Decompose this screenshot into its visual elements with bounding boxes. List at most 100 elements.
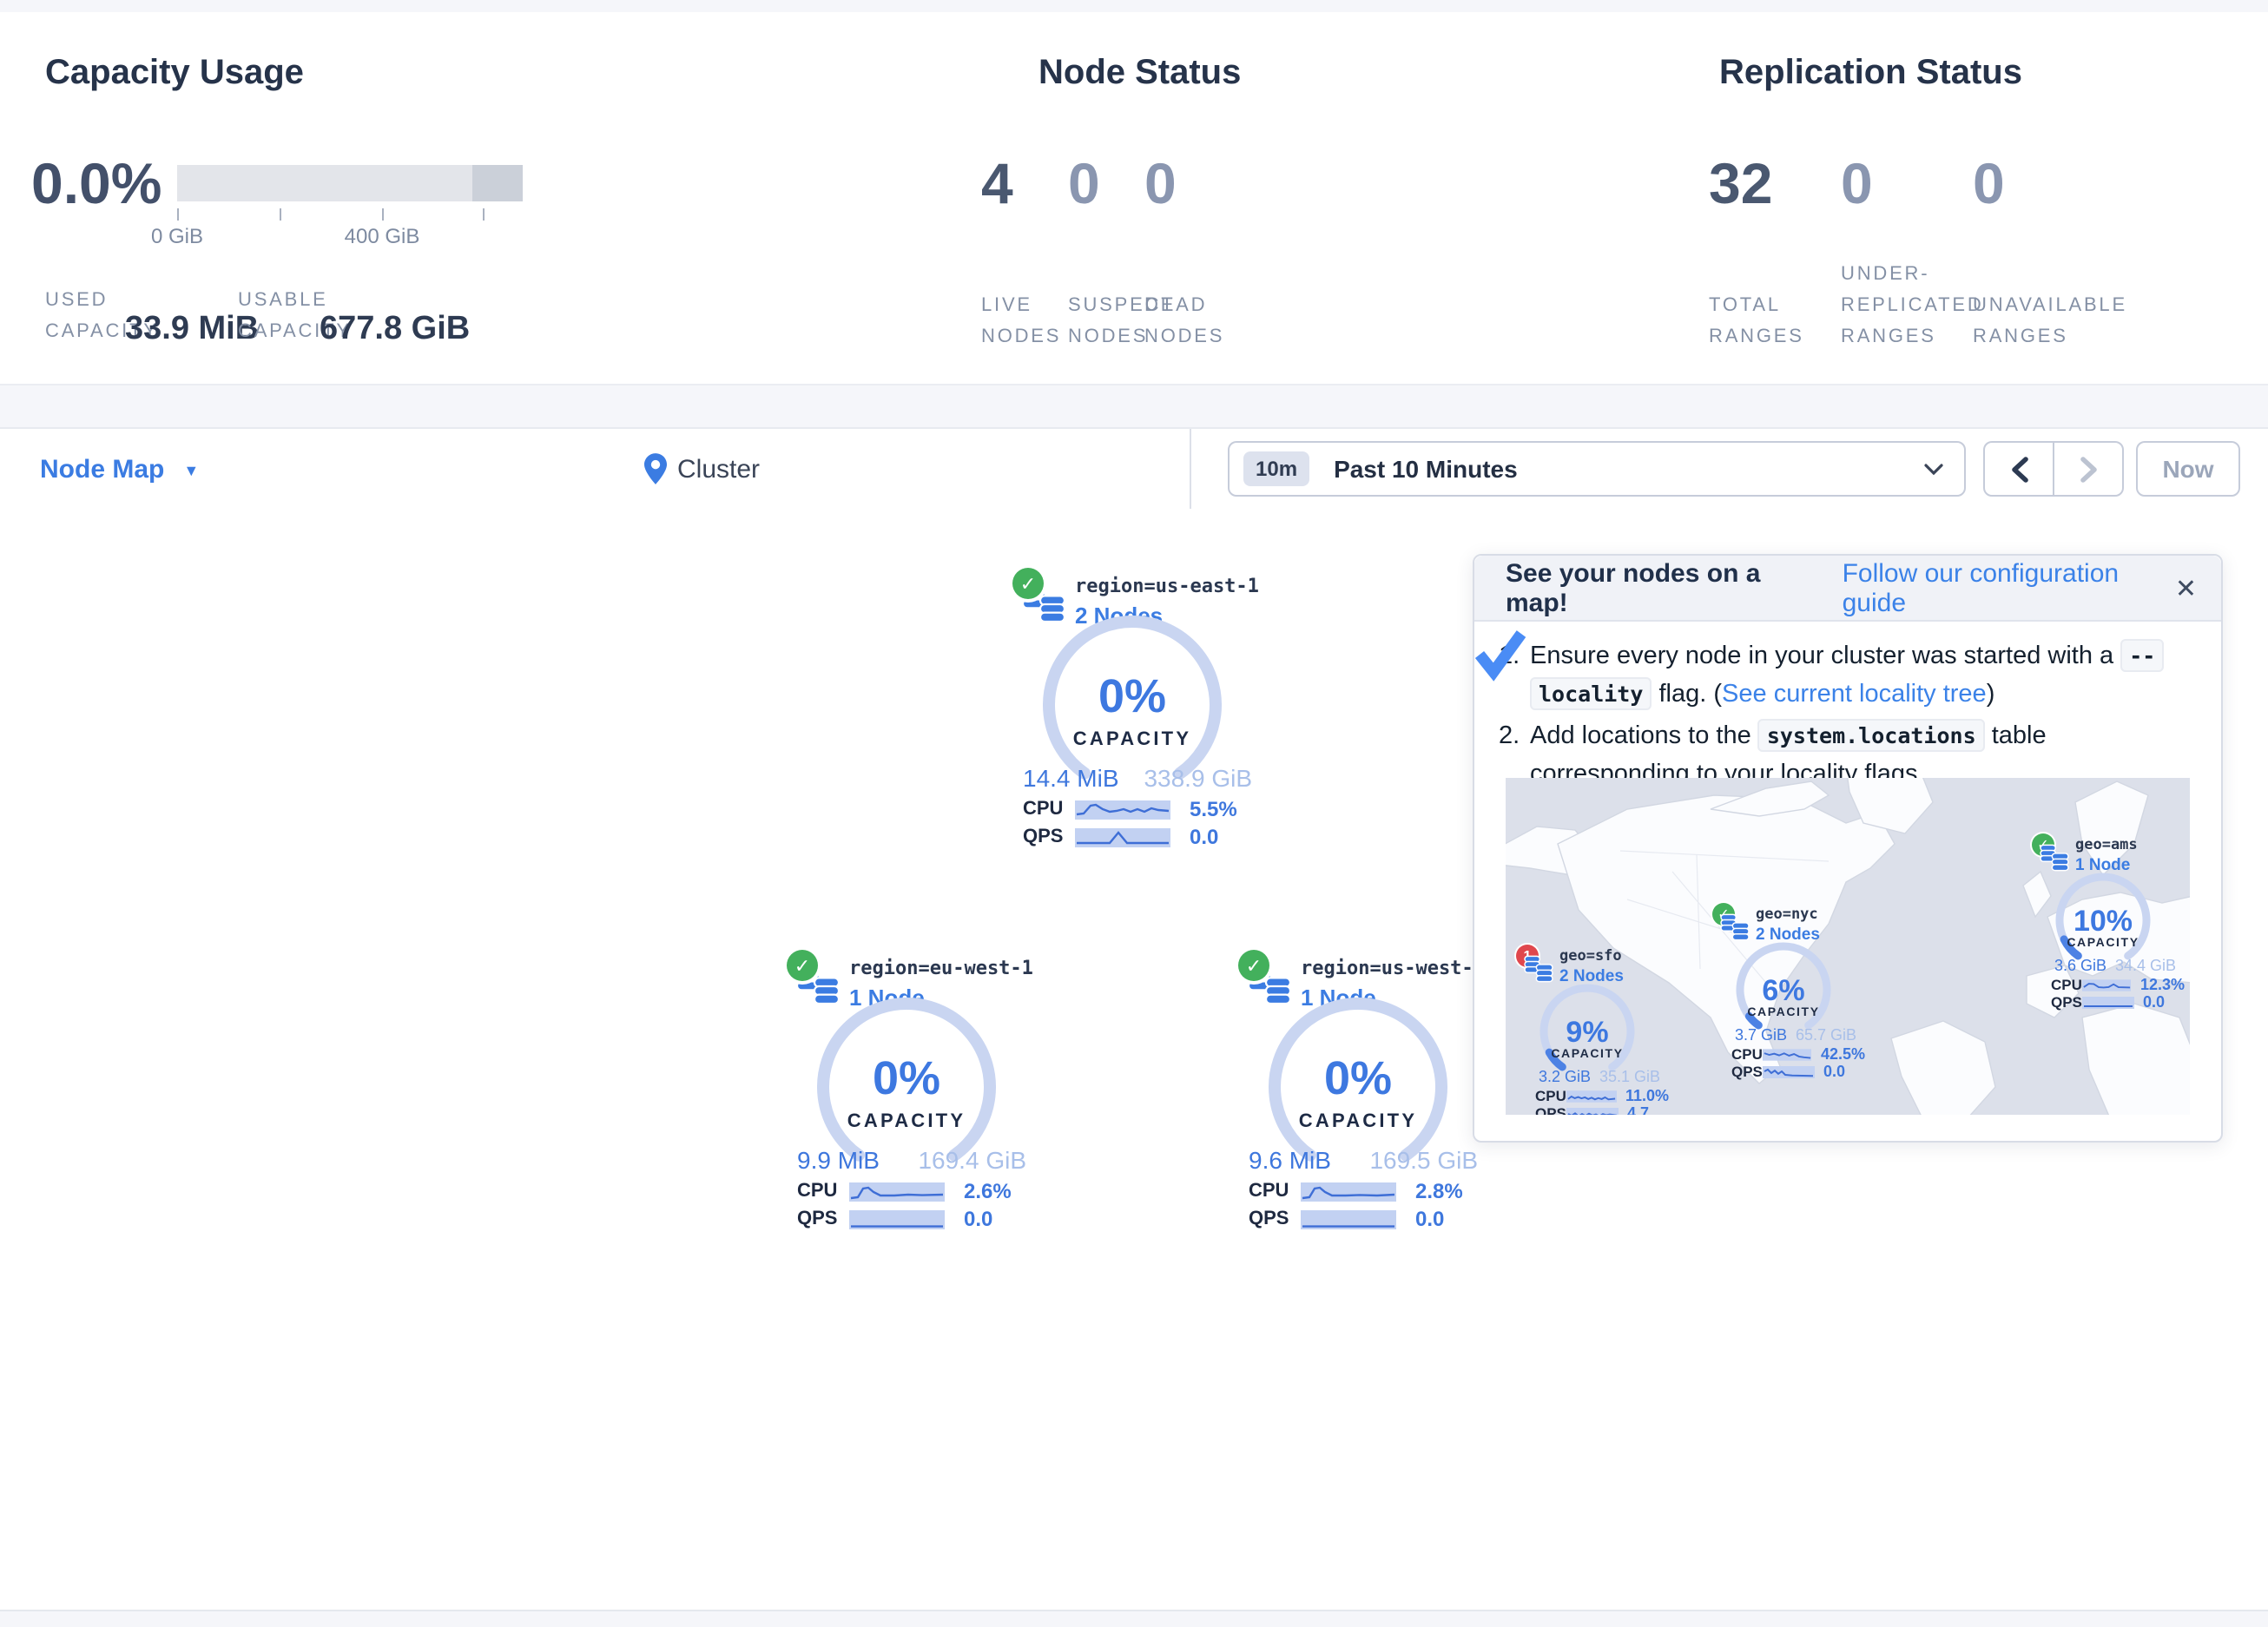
cpu-value: 2.8%: [1415, 1179, 1463, 1203]
cpu-sparkline: [2082, 978, 2132, 991]
axis-tick: [483, 208, 485, 221]
axis-tick-label: 0 GiB: [116, 224, 238, 248]
chevron-left-icon: [2010, 456, 2027, 482]
under-replicated-label: UNDER-REPLICATEDRANGES: [1841, 259, 1984, 352]
capacity-label: CAPACITY: [1688, 1007, 1879, 1019]
time-range-select[interactable]: 10m Past 10 Minutes: [1228, 441, 1966, 497]
map-region-us-west-1[interactable]: ✓ region=us-west-1 1 Node 0% CAPACITY 9.…: [1228, 938, 1488, 1233]
capacity-label: CAPACITY: [1506, 1049, 1683, 1061]
under-replicated-count: 0: [1841, 155, 1984, 214]
locality-flag-code: --: [2120, 639, 2164, 672]
cpu-value: 2.6%: [964, 1179, 1012, 1203]
now-button[interactable]: Now: [2136, 441, 2240, 497]
cluster-overview-page: Capacity Usage 0.0% 0 GiB 400 GiB USEDCA…: [0, 0, 2268, 1625]
qps-sparkline: [1075, 827, 1170, 846]
setup-step-1: 1. Ensure every node in your cluster was…: [1499, 637, 2190, 714]
node-map-canvas: ✓ region=us-east-1 2 Nodes 0% CAPACITY 1…: [0, 509, 2268, 1610]
capacity-percent: 10%: [2008, 905, 2190, 939]
replication-status-title: Replication Status: [1719, 54, 2022, 94]
qps-label: QPS: [2051, 993, 2082, 1011]
capacity-bar-end-segment: [472, 165, 523, 201]
axis-tick: [280, 208, 281, 221]
capacity-percent: 0%: [1002, 670, 1263, 724]
unavailable-label: UNAVAILABLERANGES: [1973, 259, 2127, 352]
used-capacity-label: USEDCAPACITY: [45, 285, 129, 347]
map-region-eu-west-1[interactable]: ✓ region=eu-west-1 1 Node 0% CAPACITY 9.…: [776, 938, 1037, 1233]
total-ranges-stat: 32 TOTALRANGES: [1709, 155, 1804, 352]
cpu-sparkline: [1763, 1048, 1812, 1060]
mini-region-geo-ams: ✓ geo=ams 1 Node 10% CAPACITY 3.6 GiB 34…: [2008, 823, 2190, 1007]
capacity-used-percent: 0.0%: [31, 151, 162, 217]
qps-sparkline: [2082, 996, 2134, 1008]
live-nodes-stat: 4 LIVENODES: [981, 155, 1061, 352]
capacity-bar: [177, 165, 523, 201]
node-map-config-popup: See your nodes on a map! Follow our conf…: [1473, 554, 2223, 1143]
region-locality-label: geo=nyc: [1756, 906, 1818, 924]
qps-value: 4.7: [1627, 1104, 1649, 1115]
cpu-label: CPU: [2051, 976, 2082, 993]
usable-capacity-label: USABLECAPACITY: [238, 285, 321, 347]
time-step-buttons: [1983, 441, 2124, 497]
map-toolbar: Node Map ▼ Cluster 10m Past 10 Minutes: [0, 427, 2268, 510]
healthy-check-icon: ✓: [787, 950, 818, 981]
capacity-label: CAPACITY: [1228, 1111, 1488, 1132]
cpu-sparkline: [1301, 1182, 1396, 1201]
close-icon[interactable]: ✕: [2175, 572, 2197, 603]
map-pin-icon: [644, 453, 667, 484]
cpu-sparkline: [849, 1182, 945, 1201]
chevron-down-icon: ▼: [183, 462, 199, 479]
total-value: 169.4 GiB: [918, 1146, 1026, 1174]
cpu-value: 11.0%: [1625, 1087, 1669, 1104]
chevron-down-icon: [1924, 463, 1943, 475]
chevron-right-icon: [2080, 456, 2097, 482]
qps-sparkline: [1301, 1209, 1396, 1228]
system-locations-code: system.locations: [1758, 719, 1985, 752]
total-ranges-count: 32: [1709, 155, 1804, 214]
mini-region-geo-sfo: 1 geo=sfo 2 Nodes 9% CAPACITY 3.2 GiB 35…: [1506, 934, 1683, 1115]
qps-value: 0.0: [1823, 1063, 1845, 1080]
qps-label: QPS: [1535, 1104, 1566, 1115]
cpu-label: CPU: [1249, 1181, 1301, 1202]
qps-label: QPS: [1731, 1063, 1763, 1080]
capacity-label: CAPACITY: [776, 1111, 1037, 1132]
cpu-sparkline: [1075, 800, 1170, 819]
qps-sparkline: [1763, 1065, 1815, 1077]
used-value: 3.6 GiB: [2054, 957, 2106, 974]
popup-header: See your nodes on a map! Follow our conf…: [1474, 556, 2221, 622]
qps-value: 0.0: [2143, 993, 2165, 1011]
used-value: 14.4 MiB: [1023, 764, 1119, 792]
breadcrumb-label: Cluster: [677, 454, 760, 484]
healthy-check-icon: ✓: [1238, 950, 1269, 981]
capacity-percent: 0%: [776, 1052, 1037, 1106]
time-range-value: Past 10 Minutes: [1334, 455, 1518, 483]
qps-sparkline: [1566, 1107, 1619, 1115]
map-region-us-east-1[interactable]: ✓ region=us-east-1 2 Nodes 0% CAPACITY 1…: [1002, 556, 1263, 851]
total-value: 338.9 GiB: [1144, 764, 1252, 792]
unavailable-count: 0: [1973, 155, 2127, 214]
locality-flag-code: locality: [1530, 677, 1652, 710]
total-ranges-label: TOTALRANGES: [1709, 259, 1804, 352]
capacity-label: CAPACITY: [2008, 938, 2190, 950]
cluster-summary-panel: Capacity Usage 0.0% 0 GiB 400 GiB USEDCA…: [0, 12, 2268, 385]
total-value: 65.7 GiB: [1796, 1026, 1856, 1044]
under-replicated-ranges-stat: 0 UNDER-REPLICATEDRANGES: [1841, 155, 1984, 352]
locality-tree-link[interactable]: See current locality tree: [1722, 681, 1987, 708]
cpu-label: CPU: [1023, 799, 1075, 820]
popup-title: See your nodes on a map!: [1506, 558, 1816, 617]
time-back-button[interactable]: [1985, 443, 2054, 495]
time-forward-button[interactable]: [2054, 443, 2122, 495]
dead-nodes-count: 0: [1144, 155, 1224, 214]
cpu-value: 5.5%: [1190, 797, 1237, 821]
capacity-usage-title: Capacity Usage: [45, 54, 304, 94]
region-locality-label: region=us-east-1: [1075, 575, 1259, 597]
example-node-map-image: 1 geo=sfo 2 Nodes 9% CAPACITY 3.2 GiB 35…: [1506, 778, 2190, 1115]
breadcrumb[interactable]: Cluster: [644, 429, 760, 509]
configuration-guide-link[interactable]: Follow our configuration guide: [1843, 558, 2175, 617]
view-mode-dropdown[interactable]: Node Map ▼: [40, 429, 199, 509]
unavailable-ranges-stat: 0 UNAVAILABLERANGES: [1973, 155, 2127, 352]
cpu-sparkline: [1566, 1090, 1617, 1102]
footer-strip: [0, 1610, 2268, 1627]
qps-value: 0.0: [964, 1207, 992, 1231]
node-status-title: Node Status: [1038, 54, 1241, 94]
region-locality-label: geo=sfo: [1559, 948, 1622, 965]
